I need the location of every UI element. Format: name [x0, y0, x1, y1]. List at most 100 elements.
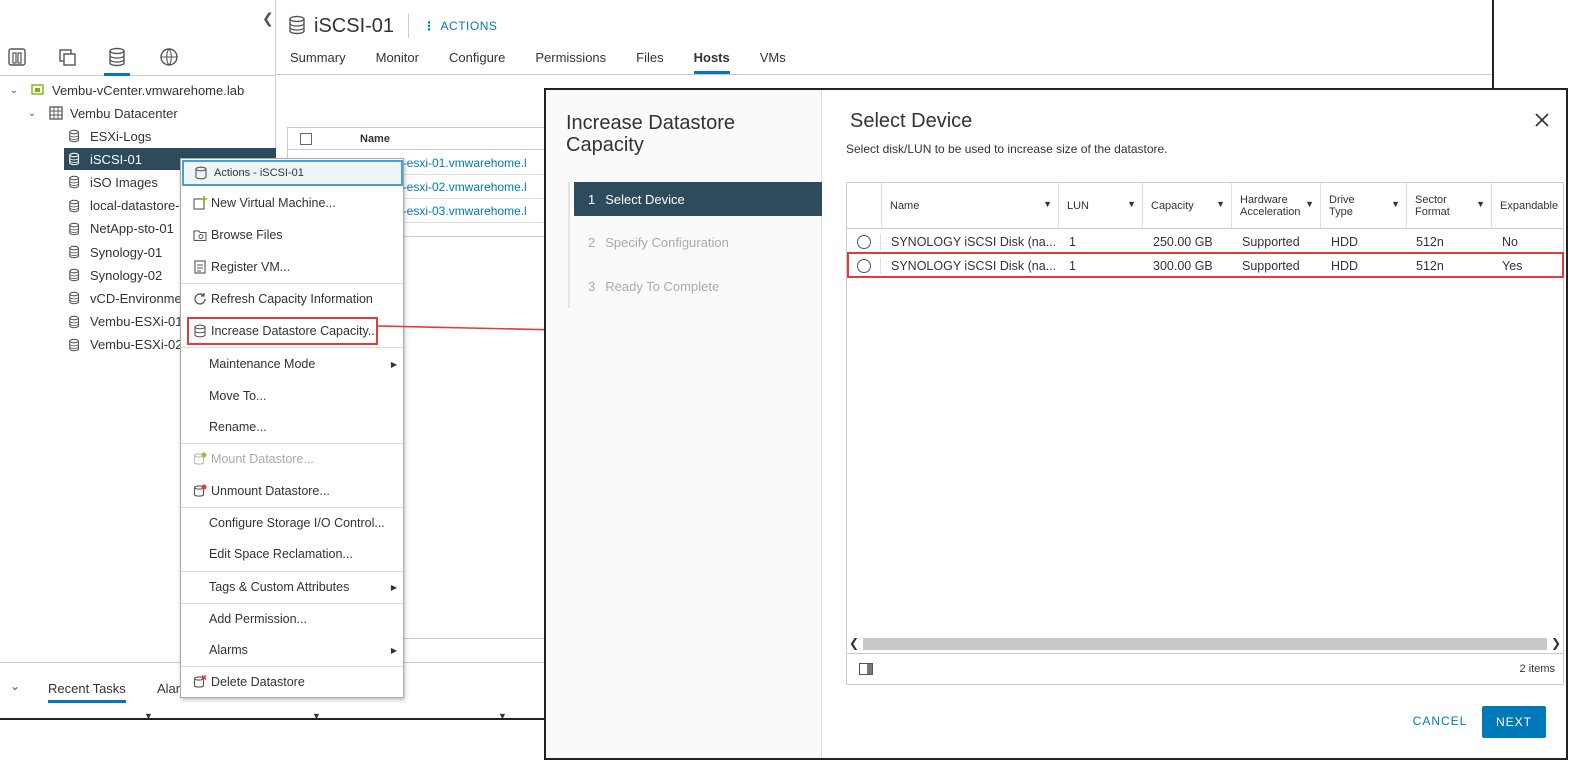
tab-monitor[interactable]: Monitor: [376, 50, 419, 74]
menu-item-rename[interactable]: Rename...: [181, 414, 403, 440]
menu-item-maintenance-mode[interactable]: Maintenance Mode ▶: [181, 351, 403, 377]
tree-item-label: Vembu-vCenter.vmwarehome.lab: [52, 82, 245, 98]
menu-item-mount-datastore[interactable]: Mount Datastore...: [181, 446, 403, 472]
menu-item-label: Register VM...: [211, 260, 291, 274]
scrollbar-thumb[interactable]: [863, 638, 1547, 650]
filter-icon[interactable]: ▼: [498, 711, 507, 718]
datastore-icon: [68, 221, 84, 237]
filter-icon[interactable]: ▼: [1391, 198, 1400, 210]
datastore-icon: [68, 244, 84, 260]
tree-item-datastore[interactable]: local-datastore-0: [64, 195, 187, 217]
menu-item-label: Edit Space Reclamation...: [209, 547, 353, 561]
column-header-name[interactable]: Name: [360, 133, 390, 145]
filter-icon[interactable]: ▼: [312, 711, 321, 718]
row-radio-button[interactable]: [857, 235, 871, 249]
actions-menu-button[interactable]: ⋮ ACTIONS: [423, 19, 497, 33]
datastore-icon: [288, 15, 306, 38]
tree-item-datastore[interactable]: Synology-01: [64, 241, 162, 263]
menu-item-delete-datastore[interactable]: Delete Datastore: [181, 669, 403, 695]
cell-sector-format: 512n: [1416, 235, 1444, 249]
menu-item-move-to[interactable]: Move To...: [181, 383, 403, 409]
tab-hosts[interactable]: Hosts: [693, 50, 730, 74]
menu-item-add-permission[interactable]: Add Permission...: [181, 606, 403, 632]
host-link[interactable]: u-esxi-03.vmwarehome.l: [396, 204, 527, 218]
tab-files[interactable]: Files: [636, 50, 663, 74]
page-title: iSCSI-01: [314, 14, 395, 37]
tab-alarms[interactable]: Alar: [157, 681, 180, 696]
tree-item-datastore[interactable]: NetApp-sto-01: [64, 218, 174, 240]
tree-item-datastore[interactable]: Vembu-ESXi-01-: [64, 311, 187, 333]
menu-item-register-vm[interactable]: Register VM...: [181, 254, 403, 280]
tab-recent-tasks[interactable]: Recent Tasks: [48, 681, 126, 703]
register-vm-icon: [193, 260, 207, 274]
vms-templates-view-icon[interactable]: [54, 44, 80, 70]
device-row[interactable]: SYNOLOGY iSCSI Disk (na... 1 250.00 GB Supp…: [847, 230, 1563, 254]
menu-item-browse-files[interactable]: Browse Files: [181, 222, 403, 248]
menu-item-edit-space-reclamation[interactable]: Edit Space Reclamation...: [181, 541, 403, 567]
grid-footer: 2 items: [847, 653, 1563, 685]
filter-icon[interactable]: ▼: [1127, 198, 1136, 210]
filter-icon[interactable]: ▼: [144, 711, 153, 718]
tree-item-label: Vembu-ESXi-01-: [90, 314, 187, 330]
tree-item-label: local-datastore-0: [90, 198, 187, 214]
datacenter-icon: [48, 105, 64, 121]
wizard-step-specify-configuration[interactable]: 2 Specify Configuration: [574, 225, 822, 259]
horizontal-scrollbar[interactable]: ❮ ❯: [847, 636, 1563, 652]
wizard-step-select-device[interactable]: 1 Select Device: [574, 182, 822, 216]
networking-view-icon[interactable]: [156, 44, 182, 70]
filter-icon[interactable]: ▼: [1043, 198, 1052, 210]
tab-summary[interactable]: Summary: [290, 50, 346, 74]
datastore-icon: [68, 174, 84, 190]
collapse-pane-icon[interactable]: ❮: [262, 10, 274, 27]
column-header-lun[interactable]: LUN ▼: [1058, 183, 1142, 229]
column-header-hardware-acceleration[interactable]: Hardware Acceleration ▼: [1231, 183, 1320, 229]
column-header-capacity[interactable]: Capacity ▼: [1142, 183, 1231, 229]
storage-view-icon[interactable]: [104, 44, 130, 76]
tree-item-vcenter[interactable]: ⌄ Vembu-vCenter.vmwarehome.lab: [8, 79, 244, 101]
column-toggle-icon[interactable]: [859, 663, 873, 675]
tab-vms[interactable]: VMs: [760, 50, 786, 74]
filter-icon[interactable]: ▼: [1476, 198, 1485, 210]
host-link[interactable]: u-esxi-01.vmwarehome.l: [396, 156, 527, 170]
host-link[interactable]: u-esxi-02.vmwarehome.l: [396, 180, 527, 194]
filter-icon[interactable]: ▼: [1305, 198, 1314, 210]
folder-search-icon: [193, 228, 207, 242]
menu-item-configure-sioc[interactable]: Configure Storage I/O Control...: [181, 510, 403, 536]
tree-item-label: Vembu-ESXi-02-: [90, 337, 187, 353]
hosts-clusters-view-icon[interactable]: [4, 44, 30, 70]
menu-item-unmount-datastore[interactable]: Unmount Datastore...: [181, 478, 403, 504]
tab-configure[interactable]: Configure: [449, 50, 505, 74]
datastore-icon: [68, 337, 84, 353]
menu-item-refresh-capacity[interactable]: Refresh Capacity Information: [181, 286, 403, 312]
datastore-icon: [68, 267, 84, 283]
wizard-sidebar: Increase Datastore Capacity 1 Select Dev…: [546, 90, 822, 758]
tree-item-datastore[interactable]: Vembu-ESXi-02-: [64, 334, 187, 356]
inventory-view-switcher: [0, 40, 276, 76]
datastore-icon: [68, 314, 84, 330]
cancel-button[interactable]: CANCEL: [1410, 706, 1470, 736]
wizard-step-ready-to-complete[interactable]: 3 Ready To Complete: [574, 269, 822, 303]
menu-separator: [181, 507, 403, 508]
tree-item-datastore[interactable]: ESXi-Logs: [64, 125, 151, 147]
scroll-left-icon[interactable]: ❮: [849, 636, 859, 650]
select-all-checkbox[interactable]: [300, 132, 312, 145]
chevron-down-icon[interactable]: ⌄: [10, 679, 20, 693]
tree-item-datastore[interactable]: iSO Images: [64, 171, 158, 193]
column-header-name[interactable]: Name ▼: [881, 183, 1058, 229]
menu-item-tags[interactable]: Tags & Custom Attributes ▶: [181, 574, 403, 600]
chevron-down-icon[interactable]: ⌄: [8, 85, 20, 96]
menu-item-alarms[interactable]: Alarms ▶: [181, 637, 403, 663]
tree-item-datastore[interactable]: vCD-Environmen: [64, 287, 189, 309]
tab-permissions[interactable]: Permissions: [535, 50, 606, 74]
tree-item-datastore[interactable]: Synology-02: [64, 264, 162, 286]
filter-icon[interactable]: ▼: [1216, 198, 1225, 210]
next-button[interactable]: NEXT: [1482, 706, 1546, 738]
menu-item-new-vm[interactable]: New Virtual Machine...: [181, 190, 403, 216]
column-header-drive-type[interactable]: Drive Type ▼: [1320, 183, 1406, 229]
close-icon[interactable]: [1532, 110, 1552, 130]
column-header-expandable[interactable]: Expandable: [1491, 183, 1563, 229]
tree-item-datacenter[interactable]: ⌄ Vembu Datacenter: [26, 102, 178, 124]
column-header-sector-format[interactable]: Sector Format ▼: [1406, 183, 1491, 229]
scroll-right-icon[interactable]: ❯: [1551, 636, 1561, 650]
chevron-down-icon[interactable]: ⌄: [26, 108, 38, 119]
